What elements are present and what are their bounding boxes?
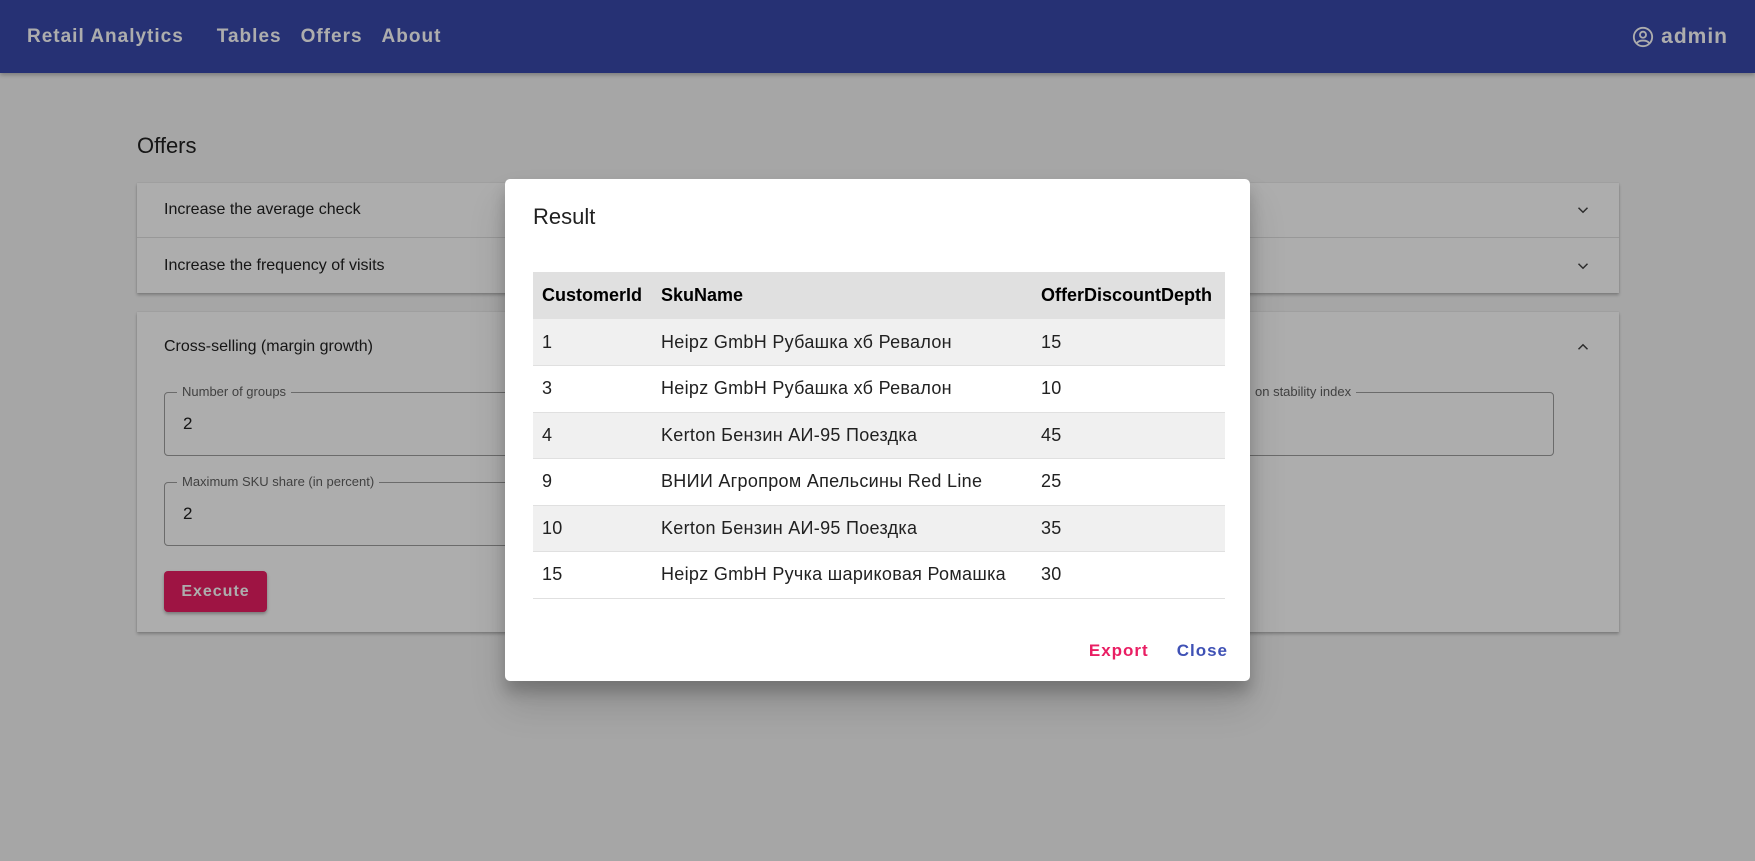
column-header-offer-discount-depth: OfferDiscountDepth: [1032, 272, 1225, 319]
result-table: CustomerId SkuName OfferDiscountDepth 1 …: [533, 272, 1225, 599]
result-dialog: Result CustomerId SkuName OfferDiscountD…: [505, 179, 1250, 681]
cell-sku-name: ВНИИ Агропром Апельсины Red Line: [652, 458, 1032, 506]
cell-customer-id: 15: [533, 551, 652, 599]
cell-sku-name: Kerton Бензин АИ-95 Поездка: [652, 412, 1032, 459]
dialog-actions: Export Close: [1061, 641, 1228, 661]
column-header-customer-id: CustomerId: [533, 272, 652, 319]
cell-discount-depth: 30: [1032, 551, 1225, 599]
table-row: 9 ВНИИ Агропром Апельсины Red Line 25: [533, 458, 1225, 506]
table-row: 1 Heipz GmbH Рубашка хб Ревалон 15: [533, 319, 1225, 366]
table-row: 10 Kerton Бензин АИ-95 Поездка 35: [533, 505, 1225, 552]
cell-sku-name: Kerton Бензин АИ-95 Поездка: [652, 505, 1032, 552]
cell-discount-depth: 35: [1032, 505, 1225, 552]
cell-sku-name: Heipz GmbH Рубашка хб Ревалон: [652, 319, 1032, 366]
cell-customer-id: 9: [533, 458, 652, 506]
cell-discount-depth: 10: [1032, 365, 1225, 413]
cell-sku-name: Heipz GmbH Рубашка хб Ревалон: [652, 365, 1032, 413]
cell-customer-id: 10: [533, 505, 652, 552]
table-row: 4 Kerton Бензин АИ-95 Поездка 45: [533, 412, 1225, 459]
cell-discount-depth: 15: [1032, 319, 1225, 366]
cell-discount-depth: 25: [1032, 458, 1225, 506]
table-row: 3 Heipz GmbH Рубашка хб Ревалон 10: [533, 365, 1225, 413]
close-button[interactable]: Close: [1177, 641, 1228, 661]
cell-customer-id: 3: [533, 365, 652, 413]
table-row: 15 Heipz GmbH Ручка шариковая Ромашка 30: [533, 551, 1225, 599]
table-header-row: CustomerId SkuName OfferDiscountDepth: [533, 272, 1225, 319]
cell-discount-depth: 45: [1032, 412, 1225, 459]
column-header-sku-name: SkuName: [652, 272, 1032, 319]
export-button[interactable]: Export: [1089, 641, 1149, 661]
cell-customer-id: 4: [533, 412, 652, 459]
cell-sku-name: Heipz GmbH Ручка шариковая Ромашка: [652, 551, 1032, 599]
cell-customer-id: 1: [533, 319, 652, 366]
dialog-title: Result: [533, 204, 596, 229]
